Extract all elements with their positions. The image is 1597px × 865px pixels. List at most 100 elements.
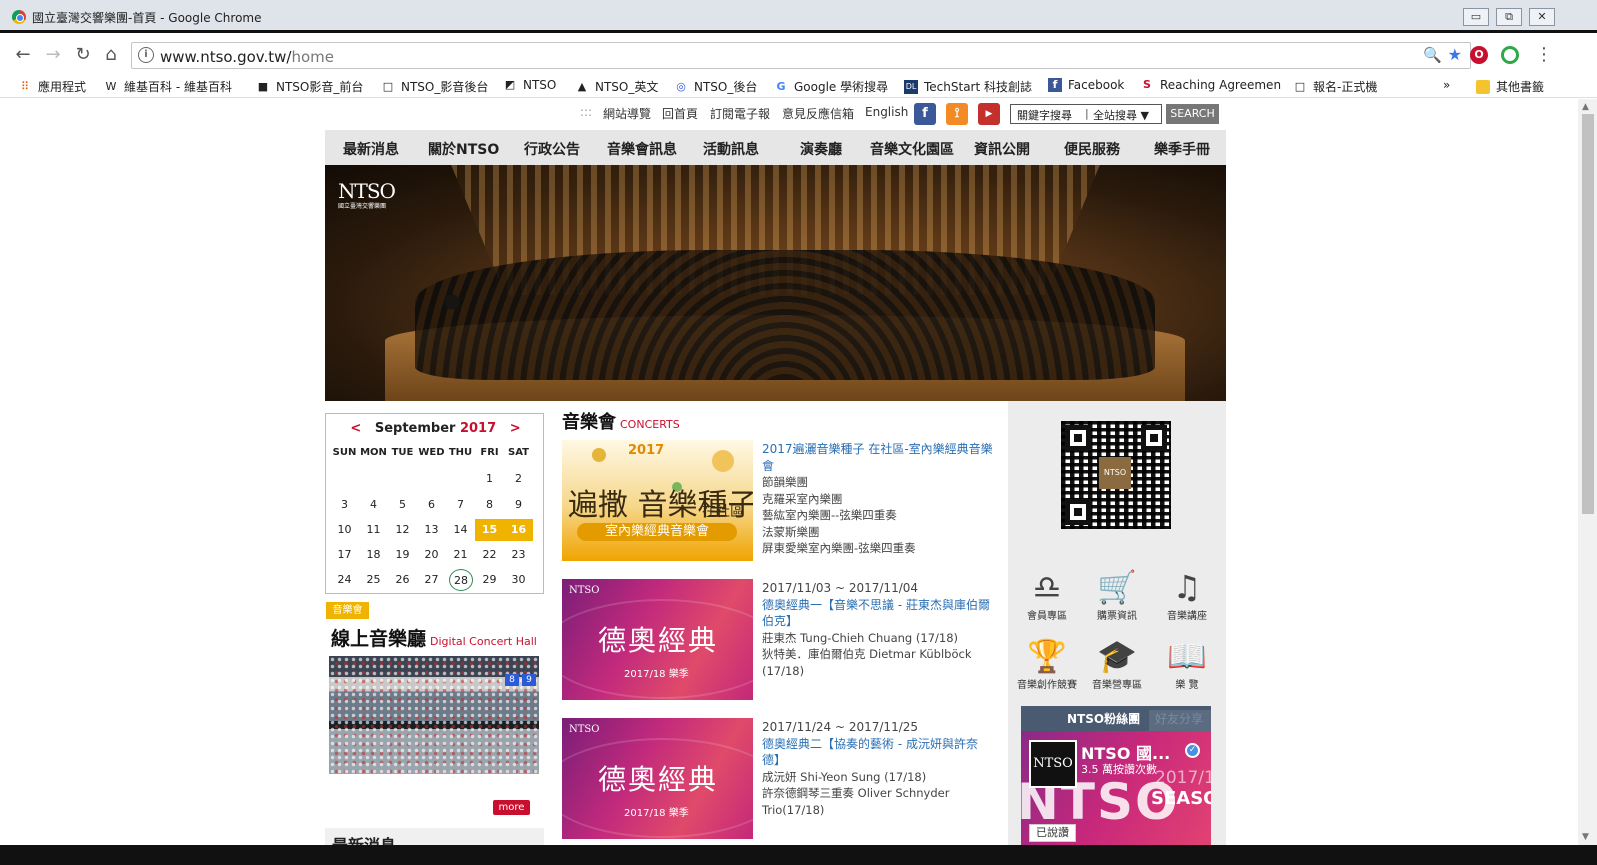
- bookmark-item[interactable]: □ NTSO_影音後台: [381, 78, 489, 95]
- home-button[interactable]: ⌂: [100, 44, 122, 66]
- service-lectures[interactable]: ♫ 音樂講座: [1155, 567, 1219, 622]
- scroll-up-arrow-icon[interactable]: ▲: [1582, 102, 1589, 112]
- search-scope-site[interactable]: 全站搜尋 ▼: [1093, 107, 1149, 123]
- nav-item[interactable]: 演奏廳: [800, 139, 842, 159]
- scrollbar-thumb[interactable]: [1582, 114, 1594, 514]
- util-link-newsletter[interactable]: 訂閱電子報: [710, 105, 770, 122]
- calendar-day[interactable]: 16: [504, 519, 533, 541]
- calendar-day[interactable]: 10: [330, 519, 359, 541]
- calendar-day[interactable]: 28: [449, 569, 473, 591]
- nav-item[interactable]: 樂季手冊: [1154, 139, 1210, 159]
- bookmark-apps[interactable]: ⠿ 應用程式: [18, 78, 86, 95]
- search-button[interactable]: SEARCH: [1166, 104, 1219, 124]
- concert-title-link[interactable]: 德奧經典一【音樂不思議 - 莊東杰與庫伯爾伯克】: [762, 597, 994, 630]
- service-tickets[interactable]: 🛒 購票資訊: [1085, 567, 1149, 622]
- calendar-prev-button[interactable]: <: [350, 421, 361, 436]
- bookmark-item[interactable]: ▲ NTSO_英文: [575, 78, 659, 95]
- calendar-day[interactable]: 7: [446, 494, 475, 516]
- calendar-day[interactable]: 4: [359, 494, 388, 516]
- hero-banner[interactable]: NTSO 國立臺灣交響樂團: [325, 165, 1226, 401]
- calendar-day[interactable]: 15: [475, 519, 504, 541]
- extension-opera-icon[interactable]: O: [1470, 46, 1488, 64]
- util-link-feedback[interactable]: 意見反應信箱: [782, 105, 854, 122]
- tab-fans[interactable]: NTSO粉絲團: [1067, 710, 1140, 727]
- nav-item[interactable]: 音樂文化園區: [870, 139, 954, 159]
- reload-button[interactable]: ↻: [72, 44, 94, 66]
- nav-item[interactable]: 行政公告: [524, 139, 580, 159]
- nav-item[interactable]: 便民服務: [1064, 139, 1120, 159]
- calendar-day[interactable]: 20: [417, 544, 446, 566]
- calendar-day[interactable]: 5: [388, 494, 417, 516]
- nav-item[interactable]: 活動訊息: [703, 139, 759, 159]
- extension-green-icon[interactable]: [1501, 46, 1519, 64]
- bookmark-item[interactable]: ■ NTSO影音_前台: [256, 78, 364, 95]
- nav-item[interactable]: 最新消息: [343, 139, 399, 159]
- bookmark-star-icon[interactable]: ★: [1448, 45, 1462, 64]
- info-icon[interactable]: i: [138, 47, 154, 63]
- page-scrollbar[interactable]: ▲ ▼: [1578, 99, 1597, 845]
- calendar-day[interactable]: 8: [475, 494, 504, 516]
- bookmark-item[interactable]: ◎ NTSO_後台: [674, 78, 757, 95]
- restore-button[interactable]: ⧉: [1496, 8, 1522, 26]
- bookmarks-overflow-button[interactable]: »: [1443, 78, 1450, 92]
- service-camp[interactable]: 🎓 音樂營專區: [1085, 636, 1149, 691]
- calendar-day[interactable]: 12: [388, 519, 417, 541]
- calendar-day[interactable]: 1: [475, 468, 504, 490]
- concert-image[interactable]: 2017 遍撒 音樂種子 在社區 室內樂經典音樂會: [562, 440, 753, 561]
- url-text[interactable]: www.ntso.gov.tw/home: [160, 48, 334, 66]
- facebook-page-avatar[interactable]: NTSO: [1029, 740, 1077, 788]
- nav-item[interactable]: 資訊公開: [974, 139, 1030, 159]
- concert-image[interactable]: NTSO 德奧經典 2017/18 樂季: [562, 718, 753, 839]
- calendar-day[interactable]: 14: [446, 519, 475, 541]
- calendar-day[interactable]: 2: [504, 468, 533, 490]
- concert-image[interactable]: NTSO 德奧經典 2017/18 樂季: [562, 579, 753, 700]
- bookmark-item[interactable]: G Google 學術搜尋: [774, 78, 888, 95]
- calendar-day[interactable]: 18: [359, 544, 388, 566]
- address-bar[interactable]: i www.ntso.gov.tw/home 🔍 ★: [131, 42, 1471, 69]
- calendar-day[interactable]: 29: [475, 569, 504, 591]
- other-bookmarks[interactable]: 其他書籤: [1476, 78, 1544, 95]
- bookmark-item[interactable]: DL TechStart 科技創誌: [904, 78, 1032, 95]
- calendar-day[interactable]: 6: [417, 494, 446, 516]
- forward-button[interactable]: →: [42, 44, 64, 66]
- calendar-day[interactable]: 24: [330, 569, 359, 591]
- close-button[interactable]: ✕: [1529, 8, 1555, 26]
- search-scope-select[interactable]: 關鍵字搜尋 | 全站搜尋 ▼: [1010, 104, 1162, 124]
- service-members[interactable]: ♎ 會員專區: [1015, 567, 1079, 622]
- calendar-next-button[interactable]: >: [510, 421, 521, 436]
- search-scope-keyword[interactable]: 關鍵字搜尋: [1017, 107, 1072, 123]
- calendar-day[interactable]: 27: [417, 569, 446, 591]
- calendar-day[interactable]: 3: [330, 494, 359, 516]
- calendar-day[interactable]: 23: [504, 544, 533, 566]
- youtube-icon[interactable]: ▶: [978, 103, 1000, 125]
- bookmark-item[interactable]: S Reaching Agreemen: [1140, 78, 1281, 92]
- facebook-cover[interactable]: NTSO 2017/1 SEASO NTSO NTSO 國... ✓ 3.5 萬…: [1021, 731, 1211, 845]
- bookmark-item[interactable]: ◩ NTSO: [503, 78, 557, 92]
- concert-title-link[interactable]: 德奧經典二【協奏的藝術 - 成沅妍與許奈德】: [762, 736, 994, 769]
- calendar-day[interactable]: 17: [330, 544, 359, 566]
- calendar-day[interactable]: 19: [388, 544, 417, 566]
- nav-item[interactable]: 音樂會訊息: [607, 139, 677, 159]
- back-button[interactable]: ←: [12, 44, 34, 66]
- facebook-icon[interactable]: f: [914, 103, 936, 125]
- calendar-day[interactable]: 11: [359, 519, 388, 541]
- calendar-day[interactable]: 25: [359, 569, 388, 591]
- more-button[interactable]: more: [493, 800, 530, 815]
- bookmark-item[interactable]: f Facebook: [1048, 78, 1124, 92]
- concert-title-link[interactable]: 2017遍灑音樂種子 在社區-室內樂經典音樂會: [762, 441, 994, 474]
- zoom-icon[interactable]: 🔍: [1423, 46, 1442, 64]
- util-link-home[interactable]: 回首頁: [662, 105, 698, 122]
- bookmark-item[interactable]: □ 報名-正式機: [1293, 78, 1378, 95]
- calendar-day[interactable]: 26: [388, 569, 417, 591]
- tab-friends-share[interactable]: 好友分享: [1149, 710, 1211, 731]
- service-browse[interactable]: 📖 樂 覽: [1155, 636, 1219, 691]
- util-link-sitemap[interactable]: 網站導覽: [603, 105, 651, 122]
- nav-item[interactable]: 關於NTSO: [428, 139, 499, 159]
- online-hall-image[interactable]: 8 9: [329, 656, 539, 774]
- service-composition[interactable]: 🏆 音樂創作競賽: [1015, 636, 1079, 691]
- minimize-button[interactable]: ▭: [1463, 8, 1489, 26]
- util-link-english[interactable]: English: [865, 105, 908, 119]
- rss-icon[interactable]: ⟟: [946, 103, 968, 125]
- calendar-day[interactable]: 22: [475, 544, 504, 566]
- scroll-down-arrow-icon[interactable]: ▼: [1582, 832, 1589, 842]
